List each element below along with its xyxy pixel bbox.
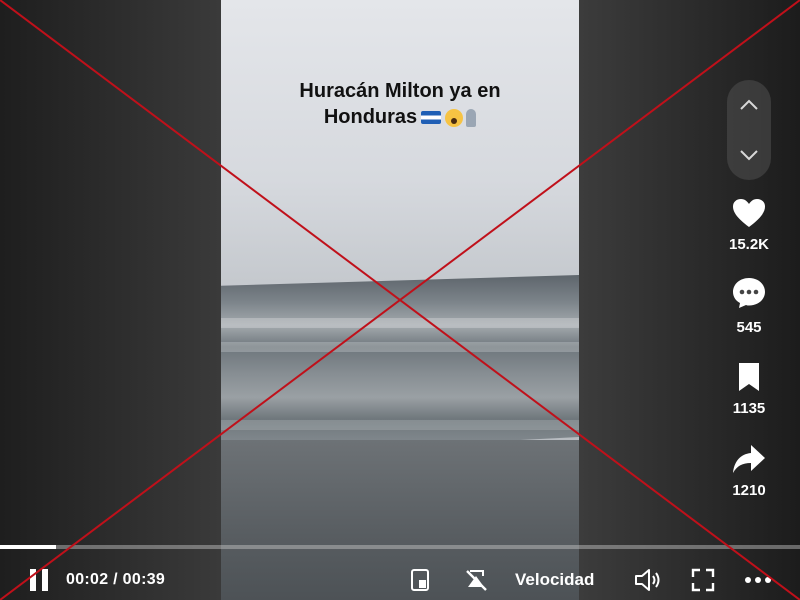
screaming-face-icon bbox=[445, 108, 464, 127]
progress-bar-fill bbox=[0, 545, 56, 549]
current-time: 00:02 bbox=[66, 571, 109, 588]
honduras-flag-icon bbox=[421, 111, 442, 125]
comment-count: 545 bbox=[736, 319, 762, 336]
video-navigation bbox=[727, 80, 771, 180]
share-button[interactable]: 1210 bbox=[718, 444, 780, 499]
time-separator: / bbox=[108, 571, 123, 588]
save-count: 1135 bbox=[732, 400, 766, 417]
wave-foam bbox=[221, 420, 579, 430]
volume-button[interactable] bbox=[634, 560, 664, 600]
chevron-down-icon bbox=[740, 150, 758, 161]
more-options-button[interactable] bbox=[744, 560, 772, 600]
pause-button[interactable] bbox=[28, 560, 50, 600]
chevron-up-icon bbox=[740, 99, 758, 110]
share-count: 1210 bbox=[732, 482, 766, 499]
fullscreen-button[interactable] bbox=[691, 560, 715, 600]
caption-line-1: Huracán Milton ya en bbox=[299, 80, 501, 102]
airplay-off-button[interactable] bbox=[463, 560, 489, 600]
tornado-icon bbox=[466, 108, 477, 127]
next-video-button[interactable] bbox=[727, 130, 771, 180]
save-button[interactable]: 1135 bbox=[718, 362, 780, 417]
heart-icon bbox=[733, 199, 765, 227]
cast-off-icon bbox=[466, 570, 487, 591]
video-frame[interactable]: Huracán Milton ya en Honduras bbox=[221, 0, 579, 600]
video-caption: Huracán Milton ya en Honduras bbox=[221, 78, 579, 130]
picture-in-picture-icon bbox=[411, 569, 429, 591]
volume-icon bbox=[635, 569, 660, 591]
playback-time: 00:02 / 00:39 bbox=[66, 560, 165, 600]
more-dots-icon bbox=[745, 577, 771, 583]
share-arrow-icon bbox=[733, 445, 765, 473]
background-left bbox=[0, 0, 221, 600]
previous-video-button[interactable] bbox=[727, 80, 771, 130]
picture-in-picture-button[interactable] bbox=[410, 560, 432, 600]
like-button[interactable]: 15.2K bbox=[718, 198, 780, 253]
comment-button[interactable]: 545 bbox=[718, 277, 780, 336]
progress-bar[interactable] bbox=[0, 545, 800, 549]
fullscreen-icon bbox=[691, 568, 715, 592]
caption-line-2: Honduras bbox=[323, 106, 418, 128]
player-controls: 00:02 / 00:39 Velocidad bbox=[0, 560, 800, 600]
speed-button[interactable]: Velocidad bbox=[515, 560, 594, 600]
wave-foam bbox=[221, 342, 579, 352]
wave-foam bbox=[221, 318, 579, 328]
duration: 00:39 bbox=[122, 571, 166, 588]
pause-icon bbox=[30, 569, 48, 591]
bookmark-icon bbox=[739, 363, 759, 391]
like-count: 15.2K bbox=[728, 236, 770, 253]
comment-icon bbox=[733, 278, 765, 308]
